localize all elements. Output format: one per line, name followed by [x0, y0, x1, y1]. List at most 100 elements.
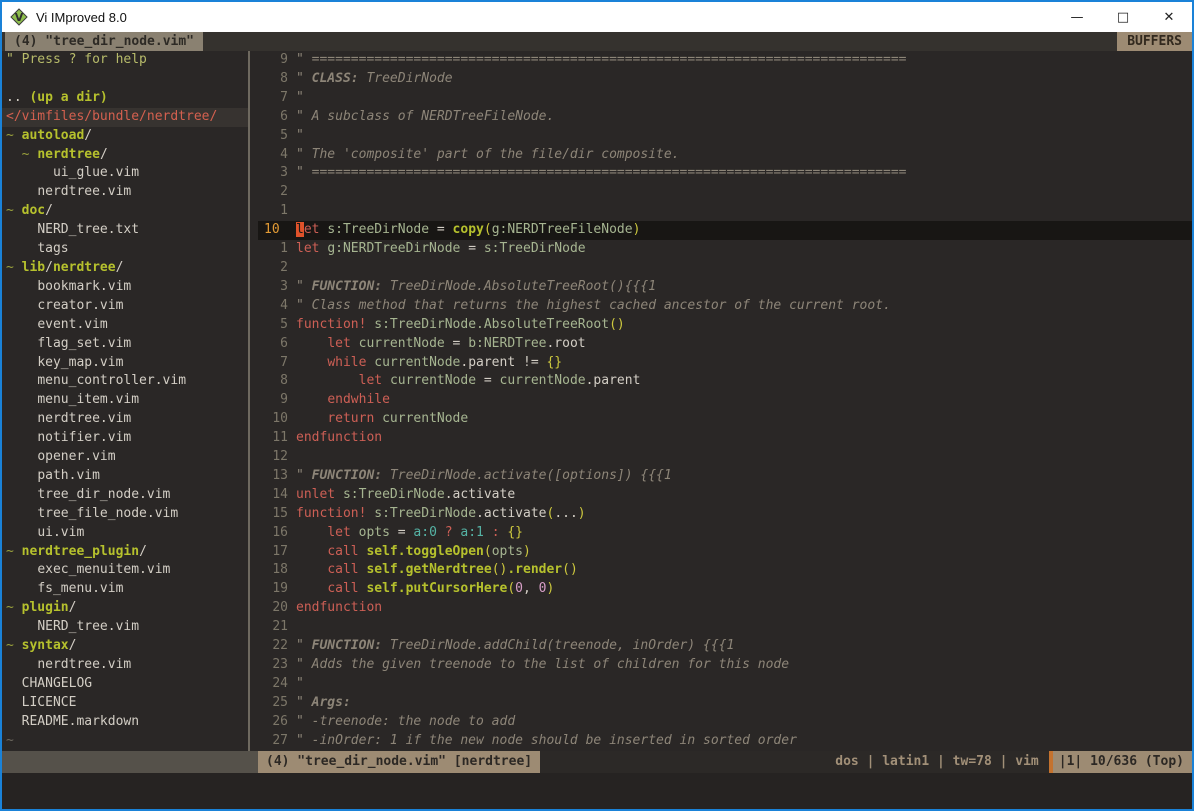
nerdtree-item[interactable]: ui_glue.vim — [2, 164, 248, 183]
code-segment: = — [429, 222, 452, 237]
nerdtree-item[interactable]: </vimfiles/bundle/nerdtree/ — [2, 108, 248, 127]
code-segment: / — [116, 260, 124, 275]
nerdtree-item[interactable]: nerdtree.vim — [2, 183, 248, 202]
nerdtree-item[interactable]: menu_item.vim — [2, 391, 248, 410]
editor-line[interactable]: 5function! s:TreeDirNode.AbsoluteTreeRoo… — [258, 316, 1192, 335]
nerdtree-item[interactable]: nerdtree.vim — [2, 410, 248, 429]
editor-line[interactable]: 6 let currentNode = b:NERDTree.root — [258, 335, 1192, 354]
nerdtree-item[interactable]: bookmark.vim — [2, 278, 248, 297]
nerdtree-item[interactable] — [2, 70, 248, 89]
editor-line[interactable]: 22" FUNCTION: TreeDirNode.addChild(treen… — [258, 637, 1192, 656]
nerdtree-item[interactable]: menu_controller.vim — [2, 372, 248, 391]
nerdtree-item[interactable]: ~ nerdtree_plugin/ — [2, 543, 248, 562]
editor-line[interactable]: 27" -inOrder: 1 if the new node should b… — [258, 732, 1192, 751]
nerdtree-item[interactable]: creator.vim — [2, 297, 248, 316]
tab-tree-dir-node[interactable]: (4) "tree_dir_node.vim" — [5, 32, 203, 51]
editor-line[interactable]: 1 — [258, 202, 1192, 221]
nerdtree-item[interactable]: path.vim — [2, 467, 248, 486]
editor-line[interactable]: 4" Class method that returns the highest… — [258, 297, 1192, 316]
nerdtree-item[interactable]: ~ lib/nerdtree/ — [2, 259, 248, 278]
line-content: " CLASS: TreeDirNode — [296, 71, 453, 86]
editor-line[interactable]: 12 — [258, 448, 1192, 467]
editor-line[interactable]: 19 call self.putCursorHere(0, 0) — [258, 580, 1192, 599]
code-segment: nerdtree — [37, 147, 100, 162]
editor-line[interactable]: 21 — [258, 618, 1192, 637]
editor-line[interactable]: 20endfunction — [258, 599, 1192, 618]
nerdtree-item[interactable]: ~ — [2, 732, 248, 751]
nerdtree-item[interactable]: tree_dir_node.vim — [2, 486, 248, 505]
editor-line[interactable]: 4" The 'composite' part of the file/dir … — [258, 146, 1192, 165]
editor-line[interactable]: 10let s:TreeDirNode = copy(g:NERDTreeFil… — [258, 221, 1192, 240]
editor-line[interactable]: 17 call self.toggleOpen(opts) — [258, 543, 1192, 562]
editor-line[interactable]: 7" — [258, 89, 1192, 108]
nerdtree-item[interactable]: tree_file_node.vim — [2, 505, 248, 524]
line-content: " -inOrder: 1 if the new node should be … — [296, 733, 797, 748]
editor-line[interactable]: 25" Args: — [258, 694, 1192, 713]
vim-logo-icon: V — [10, 8, 28, 26]
editor-line[interactable]: 11endfunction — [258, 429, 1192, 448]
editor-line[interactable]: 1let g:NERDTreeDirNode = s:TreeDirNode — [258, 240, 1192, 259]
code-segment: {} — [546, 355, 562, 370]
editor-line[interactable]: 13" FUNCTION: TreeDirNode.activate([opti… — [258, 467, 1192, 486]
nerdtree-item[interactable]: key_map.vim — [2, 354, 248, 373]
nerdtree-item[interactable]: README.markdown — [2, 713, 248, 732]
nerdtree-item[interactable]: event.vim — [2, 316, 248, 335]
nerdtree-item[interactable]: opener.vim — [2, 448, 248, 467]
minimize-button[interactable]: — — [1054, 2, 1100, 32]
nerdtree-item[interactable]: NERD_tree.txt — [2, 221, 248, 240]
code-segment: lib — [22, 260, 45, 275]
nerdtree-item[interactable]: " Press ? for help — [2, 51, 248, 70]
code-segment: event.vim — [37, 317, 107, 332]
nerdtree-item[interactable]: ~ plugin/ — [2, 599, 248, 618]
editor-line[interactable]: 3" =====================================… — [258, 164, 1192, 183]
nerdtree-item[interactable]: tags — [2, 240, 248, 259]
editor-line[interactable]: 24" — [258, 675, 1192, 694]
nerdtree-item[interactable]: ui.vim — [2, 524, 248, 543]
editor-line[interactable]: 7 while currentNode.parent != {} — [258, 354, 1192, 373]
editor-line[interactable]: 2 — [258, 183, 1192, 202]
editor-line[interactable]: 26" -treenode: the node to add — [258, 713, 1192, 732]
nerdtree-item[interactable]: ~ syntax/ — [2, 637, 248, 656]
editor-line[interactable]: 5" — [258, 127, 1192, 146]
code-segment: ~ — [6, 733, 14, 748]
editor-line[interactable]: 6" A subclass of NERDTreeFileNode. — [258, 108, 1192, 127]
nerdtree-item[interactable]: flag_set.vim — [2, 335, 248, 354]
window-separator[interactable] — [248, 51, 258, 751]
code-segment — [374, 411, 382, 426]
nerdtree-item[interactable]: notifier.vim — [2, 429, 248, 448]
code-segment: " — [296, 638, 312, 653]
code-segment: tree_dir_node.vim — [37, 487, 170, 502]
line-content: endfunction — [296, 600, 382, 615]
line-number: 4 — [262, 146, 288, 165]
editor-line[interactable]: 8" CLASS: TreeDirNode — [258, 70, 1192, 89]
line-number: 19 — [262, 580, 288, 599]
editor-line[interactable]: 16 let opts = a:0 ? a:1 : {} — [258, 524, 1192, 543]
nerdtree-item[interactable]: ~ doc/ — [2, 202, 248, 221]
editor-line[interactable]: 18 call self.getNerdtree().render() — [258, 561, 1192, 580]
nerdtree-item[interactable]: ~ nerdtree/ — [2, 146, 248, 165]
code-segment — [351, 336, 359, 351]
editor-line[interactable]: 3" FUNCTION: TreeDirNode.AbsoluteTreeRoo… — [258, 278, 1192, 297]
editor-line[interactable]: 14unlet s:TreeDirNode.activate — [258, 486, 1192, 505]
close-button[interactable]: ✕ — [1146, 2, 1192, 32]
editor-line[interactable]: 2 — [258, 259, 1192, 278]
code-segment: ( — [484, 222, 492, 237]
editor-line[interactable]: 9" =====================================… — [258, 51, 1192, 70]
nerdtree-item[interactable]: exec_menuitem.vim — [2, 561, 248, 580]
code-segment: " -treenode: the node to add — [296, 714, 515, 729]
nerdtree-item[interactable]: NERD_tree.vim — [2, 618, 248, 637]
editor-line[interactable]: 8 let currentNode = currentNode.parent — [258, 372, 1192, 391]
nerdtree-item[interactable]: LICENCE — [2, 694, 248, 713]
nerdtree-item[interactable]: .. (up a dir) — [2, 89, 248, 108]
code-segment — [6, 222, 37, 237]
nerdtree-item[interactable]: ~ autoload/ — [2, 127, 248, 146]
nerdtree-item[interactable]: fs_menu.vim — [2, 580, 248, 599]
maximize-button[interactable]: □ — [1100, 2, 1146, 32]
editor-line[interactable]: 9 endwhile — [258, 391, 1192, 410]
line-content: " Args: — [296, 695, 351, 710]
editor-line[interactable]: 10 return currentNode — [258, 410, 1192, 429]
editor-line[interactable]: 23" Adds the given treenode to the list … — [258, 656, 1192, 675]
nerdtree-item[interactable]: CHANGELOG — [2, 675, 248, 694]
editor-line[interactable]: 15function! s:TreeDirNode.activate(...) — [258, 505, 1192, 524]
nerdtree-item[interactable]: nerdtree.vim — [2, 656, 248, 675]
